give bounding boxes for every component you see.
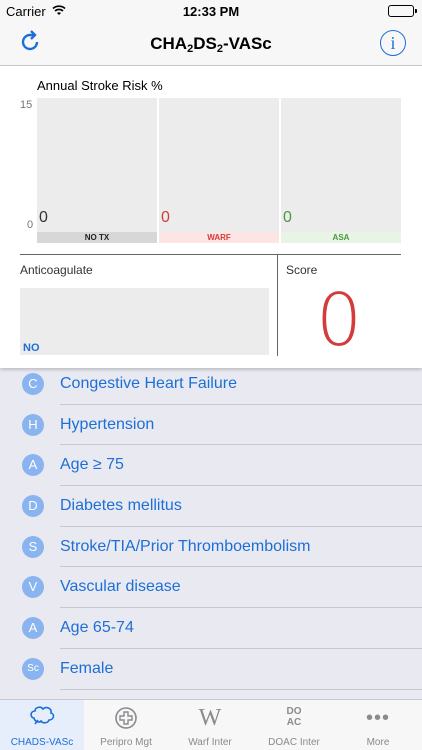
list-item-vascular-disease[interactable]: V Vascular disease xyxy=(0,567,422,609)
letter-badge: S xyxy=(22,535,44,558)
row-separator xyxy=(60,688,422,690)
tab-label: DOAC Inter xyxy=(268,737,320,748)
more-icon: ••• xyxy=(365,707,390,729)
letter-badge: D xyxy=(22,495,44,518)
tab-bar: CHADS-VASc Peripro Mgt W Warf Inter DO AC… xyxy=(0,699,422,750)
clock: 12:33 PM xyxy=(182,4,240,19)
chart-title: Annual Stroke Risk % xyxy=(37,78,163,93)
brain-icon xyxy=(0,705,84,731)
tab-label: CHADS-VASc xyxy=(10,737,74,748)
info-button[interactable]: i xyxy=(380,30,406,56)
status-bar: Carrier 12:33 PM xyxy=(0,0,422,22)
score-label: Score xyxy=(286,263,318,277)
criteria-label: Female xyxy=(60,659,114,677)
tab-label: Warf Inter xyxy=(188,737,232,748)
letter-badge: A xyxy=(22,617,44,640)
criteria-list: C Congestive Heart Failure H Hypertensio… xyxy=(0,364,422,690)
category-label-asa: ASA xyxy=(281,232,401,243)
list-item-age-75[interactable]: A Age ≥ 75 xyxy=(0,445,422,487)
list-item-diabetes[interactable]: D Diabetes mellitus xyxy=(0,486,422,527)
divider xyxy=(20,254,401,255)
bar-no-tx xyxy=(37,98,157,238)
y-tick-label: 15 xyxy=(20,99,33,111)
bar-warf xyxy=(159,98,279,238)
page-title: CHA2DS2-VASc xyxy=(150,34,272,55)
y-tick-label: 0 xyxy=(27,219,34,231)
list-item-stroke[interactable]: S Stroke/TIA/Prior Thromboembolism xyxy=(0,527,422,568)
w-icon: W xyxy=(198,705,222,731)
category-label-no-tx: NO TX xyxy=(37,232,157,243)
tab-peripro-mgt[interactable]: Peripro Mgt xyxy=(84,700,168,750)
bar-asa xyxy=(281,98,401,238)
category-label-warf: WARF xyxy=(159,232,279,243)
navigation-bar: CHA2DS2-VASc i xyxy=(0,22,422,66)
tab-label: More xyxy=(366,737,390,748)
doac-icon: DO AC xyxy=(286,706,302,728)
criteria-label: Congestive Heart Failure xyxy=(60,375,237,392)
bar-value-no-tx: 0 xyxy=(39,209,48,226)
tab-chads-vasc[interactable]: CHADS-VASc xyxy=(0,700,84,750)
list-item-age-65-74[interactable]: A Age 65-74 xyxy=(0,608,422,649)
tab-doac-inter[interactable]: DO AC DOAC Inter xyxy=(252,700,336,750)
criteria-label: Vascular disease xyxy=(60,578,181,596)
list-item-female[interactable]: Sc Female xyxy=(0,649,422,690)
letter-badge: V xyxy=(22,576,44,599)
letter-badge: H xyxy=(22,413,44,436)
score-value: 0 xyxy=(316,278,362,362)
list-item-congestive-heart-failure[interactable]: C Congestive Heart Failure xyxy=(0,364,422,405)
criteria-label: Age 65-74 xyxy=(60,619,134,637)
tab-label: Peripro Mgt xyxy=(100,737,152,748)
battery-icon xyxy=(388,5,417,17)
bar-value-asa: 0 xyxy=(283,209,292,226)
letter-badge: C xyxy=(22,373,44,395)
letter-badge: Sc xyxy=(22,657,44,680)
criteria-label: Hypertension xyxy=(60,415,155,433)
criteria-label: Diabetes mellitus xyxy=(60,497,182,515)
letter-badge: A xyxy=(22,454,44,477)
anticoagulate-box xyxy=(20,288,269,355)
results-panel: Annual Stroke Risk % 15 0 0 0 0 NO TX WA… xyxy=(0,66,422,368)
criteria-label: Stroke/TIA/Prior Thromboembolism xyxy=(60,537,311,555)
medical-cross-icon xyxy=(84,705,168,731)
anticoagulate-label: Anticoagulate xyxy=(20,263,93,277)
anticoagulate-value: NO xyxy=(23,342,40,354)
tab-warf-inter[interactable]: W Warf Inter xyxy=(168,700,252,750)
criteria-label: Age ≥ 75 xyxy=(60,456,124,474)
tab-more[interactable]: ••• More xyxy=(336,700,420,750)
bar-value-warf: 0 xyxy=(161,209,170,226)
list-item-hypertension[interactable]: H Hypertension xyxy=(0,405,422,446)
